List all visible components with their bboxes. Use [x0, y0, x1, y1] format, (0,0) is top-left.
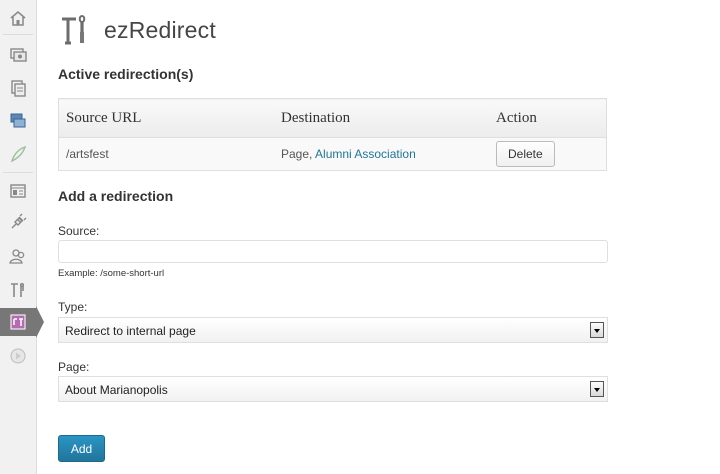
current-menu-arrow: [36, 306, 44, 338]
source-label: Source:: [58, 224, 100, 238]
page-select-value: About Marianopolis: [65, 383, 168, 397]
chevron-down-icon[interactable]: [590, 322, 604, 338]
column-header-source: Source URL: [58, 98, 274, 138]
redirections-table: Source URL Destination Action /artsfest …: [58, 98, 607, 171]
table-row: /artsfest Page, Alumni Association Delet…: [59, 138, 607, 171]
type-label: Type:: [58, 300, 88, 314]
action-cell: Delete: [489, 138, 607, 171]
add-button[interactable]: Add: [58, 435, 105, 462]
page-select[interactable]: About Marianopolis: [58, 376, 608, 402]
type-select-value: Redirect to internal page: [65, 324, 196, 338]
chevron-down-icon[interactable]: [590, 381, 604, 397]
destination-link[interactable]: Alumni Association: [315, 147, 416, 161]
tools-icon: [58, 12, 94, 48]
page-title: ezRedirect: [104, 16, 216, 43]
destination-cell: Page, Alumni Association: [274, 138, 489, 171]
appearance-icon[interactable]: [0, 140, 36, 168]
delete-button[interactable]: Delete: [496, 141, 555, 167]
source-example-hint: Example: /some-short-url: [58, 268, 165, 279]
destination-type: Page,: [281, 147, 313, 161]
widgets-icon[interactable]: [0, 177, 36, 205]
pages-icon[interactable]: [0, 74, 36, 102]
users-icon[interactable]: [0, 242, 36, 270]
source-input[interactable]: [58, 240, 608, 263]
column-header-destination: Destination: [274, 98, 489, 138]
ezredirect-icon[interactable]: [0, 308, 36, 336]
active-redirections-heading: Active redirection(s): [58, 66, 194, 82]
column-header-action: Action: [489, 98, 607, 138]
menu-separator: [3, 34, 33, 35]
links-icon[interactable]: [0, 106, 36, 134]
table-header-row: Source URL Destination Action: [58, 98, 607, 138]
add-redirection-heading: Add a redirection: [58, 188, 174, 204]
tools-icon[interactable]: [0, 276, 36, 304]
admin-sidebar: [0, 0, 44, 474]
type-select[interactable]: Redirect to internal page: [58, 317, 608, 343]
media-icon[interactable]: [0, 40, 36, 68]
plugins-icon[interactable]: [0, 208, 36, 236]
home-icon[interactable]: [0, 4, 36, 32]
collapse-menu-icon[interactable]: [0, 342, 36, 370]
menu-separator: [3, 172, 33, 173]
page-label: Page:: [58, 360, 90, 374]
source-url-cell: /artsfest: [66, 147, 109, 161]
page-header: ezRedirect: [58, 10, 216, 50]
